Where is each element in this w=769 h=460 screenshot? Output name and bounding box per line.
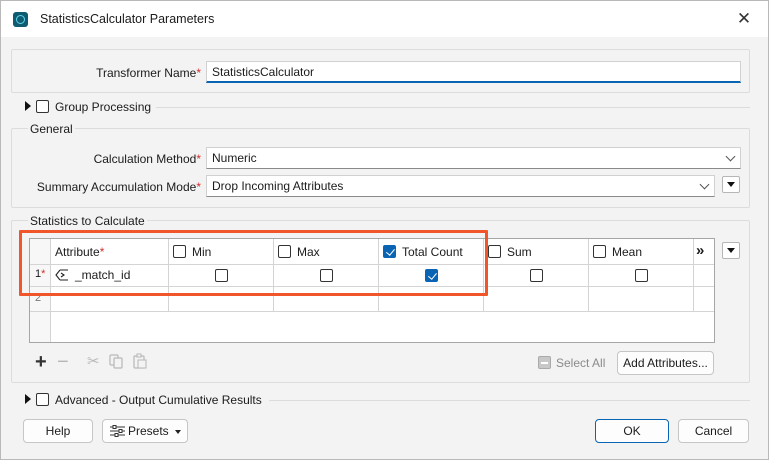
presets-button[interactable]: Presets xyxy=(102,419,188,443)
max-header-label: Max xyxy=(297,245,320,259)
advanced-checkbox[interactable] xyxy=(36,393,49,406)
min-checkbox[interactable] xyxy=(215,269,228,282)
table-cell[interactable] xyxy=(274,287,379,312)
dialog-window: StatisticsCalculator Parameters ✕ Transf… xyxy=(0,0,769,460)
mean-checkbox[interactable] xyxy=(635,269,648,282)
close-icon[interactable]: ✕ xyxy=(735,10,753,28)
caret-down-icon xyxy=(175,430,181,434)
calculation-method-label: Calculation Method* xyxy=(93,152,201,166)
statistics-menu-button[interactable] xyxy=(722,242,740,259)
window-title: StatisticsCalculator Parameters xyxy=(40,12,215,26)
paste-icon[interactable] xyxy=(133,353,147,369)
sum-header-checkbox[interactable] xyxy=(488,245,501,258)
help-button[interactable]: Help xyxy=(23,419,93,443)
min-header-label: Min xyxy=(192,245,212,259)
max-checkbox[interactable] xyxy=(320,269,333,282)
statistics-table: Attribute* Min Max Total Count Sum Mean … xyxy=(29,238,715,343)
chevron-down-icon xyxy=(699,179,710,190)
min-header-checkbox[interactable] xyxy=(173,245,186,258)
remove-row-icon[interactable]: − xyxy=(57,352,69,372)
attribute-header-label: Attribute* xyxy=(55,245,105,259)
table-cell[interactable] xyxy=(379,287,484,312)
attribute-value: _match_id xyxy=(75,268,131,282)
max-header-checkbox[interactable] xyxy=(278,245,291,258)
summary-mode-menu-button[interactable] xyxy=(722,176,740,193)
chevron-down-icon xyxy=(725,151,736,162)
title-bar: StatisticsCalculator Parameters ✕ xyxy=(1,1,768,37)
select-all-label: Select All xyxy=(556,356,606,370)
expand-arrow-icon[interactable] xyxy=(25,394,31,404)
copy-icon[interactable] xyxy=(109,354,123,369)
divider xyxy=(156,107,750,108)
total-count-header-checkbox[interactable] xyxy=(383,245,396,258)
select-all-checkbox[interactable] xyxy=(538,356,551,369)
sum-checkbox[interactable] xyxy=(530,269,543,282)
mean-header-checkbox[interactable] xyxy=(593,245,606,258)
table-cell xyxy=(694,265,714,287)
transformer-name-input[interactable]: StatisticsCalculator xyxy=(206,61,741,83)
table-cell[interactable] xyxy=(589,287,694,312)
expand-arrow-icon[interactable] xyxy=(25,101,31,111)
group-processing-checkbox[interactable] xyxy=(36,100,49,113)
summary-mode-label: Summary Accumulation Mode* xyxy=(36,180,201,194)
sum-header-label: Sum xyxy=(507,245,532,259)
mean-header-label: Mean xyxy=(612,245,643,259)
ok-button[interactable]: OK xyxy=(595,419,669,443)
table-cell[interactable] xyxy=(169,287,274,312)
corner-cell xyxy=(30,239,51,265)
fme-app-icon xyxy=(13,12,28,27)
divider xyxy=(269,400,750,401)
attribute-cell[interactable] xyxy=(51,287,169,312)
row-number: 2 xyxy=(35,292,42,304)
cancel-button[interactable]: Cancel xyxy=(678,419,749,443)
table-cell[interactable] xyxy=(484,287,589,312)
statistics-title: Statistics to Calculate xyxy=(28,214,147,228)
total-count-checkbox[interactable] xyxy=(425,269,438,282)
row-number: 1* xyxy=(35,268,46,280)
summary-mode-select[interactable]: Drop Incoming Attributes xyxy=(206,175,715,197)
table-cell xyxy=(694,287,714,312)
presets-icon xyxy=(110,425,125,437)
advanced-label: Advanced - Output Cumulative Results xyxy=(55,393,262,407)
add-attributes-button[interactable]: Add Attributes... xyxy=(617,351,714,375)
row-header xyxy=(30,312,51,342)
calculation-method-select[interactable]: Numeric xyxy=(206,147,741,169)
group-processing-label: Group Processing xyxy=(55,100,152,114)
cut-icon[interactable]: ✂ xyxy=(87,354,100,369)
add-row-icon[interactable]: + xyxy=(35,352,47,372)
total-count-header-label: Total Count xyxy=(402,245,463,259)
more-columns-icon[interactable]: » xyxy=(696,242,704,259)
attribute-value-icon xyxy=(55,269,68,281)
transformer-name-label: Transformer Name* xyxy=(96,66,201,80)
general-title: General xyxy=(28,122,75,136)
